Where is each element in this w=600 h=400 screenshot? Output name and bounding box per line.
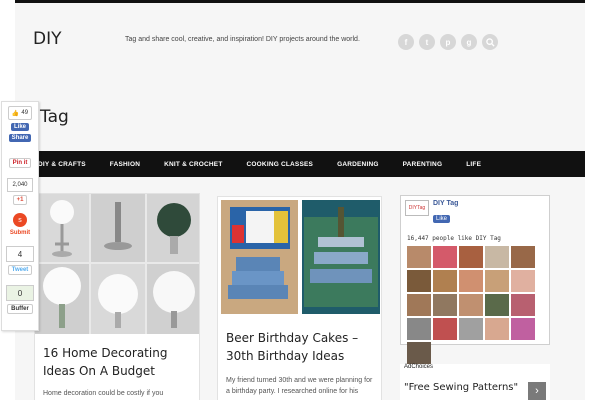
avatar[interactable] <box>407 342 431 364</box>
nav-item-gardening[interactable]: GARDENING <box>337 161 379 168</box>
post-excerpt: Home decoration could be costly if you <box>43 390 164 397</box>
gplus-count: 2,040 <box>7 178 33 192</box>
avatar[interactable] <box>511 270 535 292</box>
avatar[interactable] <box>511 318 535 340</box>
fb-page-logo[interactable]: DIYTag <box>405 200 429 216</box>
avatar[interactable] <box>433 318 457 340</box>
facebook-icon[interactable]: f <box>398 34 414 50</box>
avatar[interactable] <box>433 246 457 268</box>
avatar[interactable] <box>407 318 431 340</box>
post-thumbnail[interactable] <box>35 194 199 334</box>
fb-like-button[interactable]: Like <box>433 215 451 223</box>
avatar[interactable] <box>407 270 431 292</box>
post-excerpt: My friend turned 30th and we were planni… <box>226 377 373 395</box>
pinterest-pin-button[interactable]: Pin it <box>8 158 32 168</box>
avatar[interactable] <box>459 270 483 292</box>
avatar[interactable] <box>407 246 431 268</box>
site-title[interactable]: DIY <box>33 29 62 49</box>
site-tagline: Tag and share cool, creative, and inspir… <box>125 36 360 43</box>
fb-like-button[interactable]: Like <box>10 123 29 131</box>
share-sidebar: 👍 49 Like Share Pin it 2,040 +1 s Submit… <box>1 101 39 331</box>
fb-people-count: 16,447 people like DIY Tag <box>407 235 501 242</box>
post-card: 16 Home Decorating Ideas On A Budget Hom… <box>34 193 200 400</box>
avatar[interactable] <box>485 270 509 292</box>
avatar[interactable] <box>459 318 483 340</box>
post-card: Beer Birthday Cakes – 30th Birthday Idea… <box>217 196 382 400</box>
avatar[interactable] <box>485 318 509 340</box>
pinterest-icon[interactable]: p <box>440 34 456 50</box>
ad-box: AdChoices "Free Sewing Patterns" › <box>400 364 550 400</box>
avatar[interactable] <box>459 246 483 268</box>
avatar[interactable] <box>433 270 457 292</box>
avatar[interactable] <box>433 294 457 316</box>
avatar[interactable] <box>485 294 509 316</box>
fb-share-button[interactable]: Share <box>8 134 32 142</box>
stumbleupon-icon[interactable]: s <box>13 213 27 227</box>
fb-page-name[interactable]: DIY Tag <box>433 200 458 207</box>
buffer-button[interactable]: Buffer <box>7 304 33 314</box>
like-count-value: 49 <box>21 110 29 116</box>
fb-like-count: 👍 49 <box>8 106 32 120</box>
ad-next-arrow-icon[interactable]: › <box>528 382 546 400</box>
main-nav: DIY & CRAFTS FASHION KNIT & CROCHET COOK… <box>15 151 585 177</box>
adchoices-label[interactable]: AdChoices <box>404 364 433 370</box>
buffer-count: 0 <box>6 285 34 301</box>
post-thumbnail[interactable] <box>218 197 381 317</box>
gplus-button[interactable]: +1 <box>12 195 28 205</box>
thumbs-up-icon: 👍 <box>11 110 20 117</box>
nav-item-life[interactable]: LIFE <box>466 161 481 168</box>
google-plus-icon[interactable]: g <box>461 34 477 50</box>
stumbleupon-submit-button[interactable]: Submit <box>9 230 31 236</box>
search-icon[interactable] <box>482 34 498 50</box>
avatar[interactable] <box>459 294 483 316</box>
avatar[interactable] <box>511 246 535 268</box>
facebook-page-widget: DIYTag DIY Tag Like 16,447 people like D… <box>400 195 550 364</box>
twitter-icon[interactable]: t <box>419 34 435 50</box>
post-title[interactable]: 16 Home Decorating Ideas On A Budget <box>35 344 199 380</box>
tweet-button[interactable]: Tweet <box>7 265 33 275</box>
social-icons: f t p g <box>398 34 498 50</box>
avatar[interactable] <box>485 246 509 268</box>
page-title: Tag <box>40 107 69 127</box>
avatar[interactable] <box>511 294 535 316</box>
post-title[interactable]: Beer Birthday Cakes – 30th Birthday Idea… <box>218 329 381 365</box>
fb-faces-grid <box>401 242 549 368</box>
tweet-count: 4 <box>6 246 34 262</box>
ad-link-text[interactable]: "Free Sewing Patterns" <box>404 382 518 393</box>
avatar[interactable] <box>407 294 431 316</box>
nav-item-fashion[interactable]: FASHION <box>110 161 140 168</box>
nav-item-diy-crafts[interactable]: DIY & CRAFTS <box>38 161 86 168</box>
nav-item-knit-crochet[interactable]: KNIT & CROCHET <box>164 161 222 168</box>
nav-item-parenting[interactable]: PARENTING <box>403 161 443 168</box>
nav-item-cooking-classes[interactable]: COOKING CLASSES <box>247 161 314 168</box>
